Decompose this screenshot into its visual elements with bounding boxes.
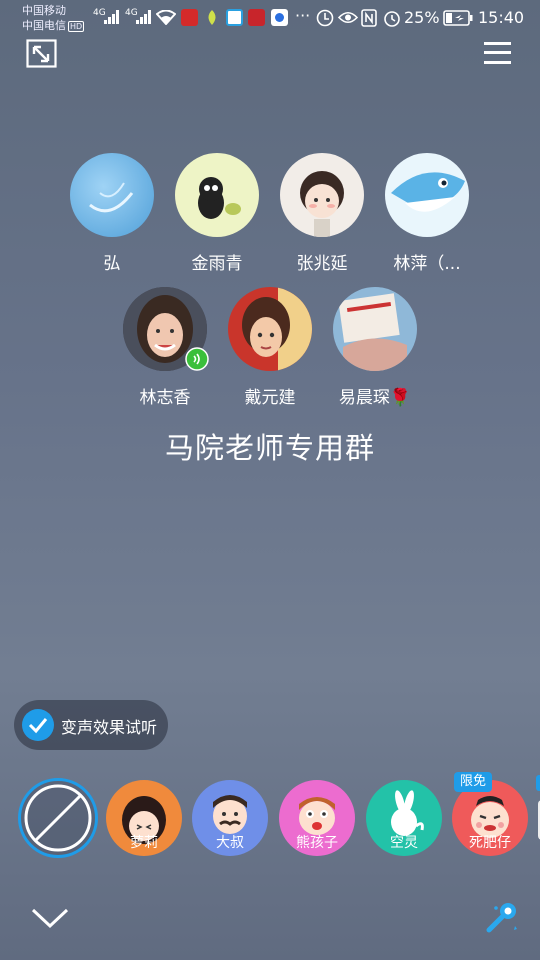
member-item[interactable]: 林萍（... — [377, 153, 477, 274]
avatar — [228, 287, 312, 371]
effect-loli[interactable]: 萝莉 — [106, 780, 182, 856]
voice-change-button[interactable] — [484, 900, 520, 936]
news-app-icon-2 — [248, 9, 265, 26]
effect-label: 熊孩子 — [296, 835, 338, 851]
effect-label: 萝莉 — [130, 835, 158, 851]
avatar — [280, 153, 364, 237]
checkbox[interactable] — [22, 709, 54, 741]
member-item-speaking[interactable]: 林志香 — [115, 287, 215, 408]
effect-none[interactable] — [18, 778, 98, 858]
member-name: 戴元建 — [244, 388, 296, 408]
member-name: 易晨琛🌹 — [338, 388, 412, 408]
more-notifications: ··· — [295, 6, 311, 25]
member-name: 弘 — [103, 254, 121, 274]
voice-preview-label: 变声效果试听 — [61, 718, 158, 737]
minimize-button[interactable] — [26, 39, 57, 68]
eye-comfort-icon — [338, 11, 358, 24]
effect-naughty-kid[interactable]: 熊孩子 — [279, 780, 355, 856]
status-bar: 中国移动 中国电信 HD 4G 4G ··· 25% 15:40 — [0, 0, 540, 36]
effect-label: 死肥仔 — [469, 835, 511, 851]
chevron-down-icon — [31, 908, 69, 929]
member-name: 金雨青 — [191, 254, 243, 274]
avatar — [385, 153, 469, 237]
battery-percent: 25% — [404, 8, 440, 27]
news-app-icon — [181, 9, 198, 26]
signal-icon — [136, 10, 152, 24]
collapse-button[interactable] — [30, 904, 70, 932]
data-saver-icon — [316, 9, 334, 27]
clock: 15:40 — [478, 8, 525, 27]
member-name: 张兆延 — [296, 254, 348, 274]
effect-uncle[interactable]: 大叔 — [192, 780, 268, 856]
free-badge: 限免 — [454, 772, 492, 792]
avatar — [333, 287, 417, 371]
carrier-2: 中国电信 — [22, 19, 66, 32]
no-effect-icon — [24, 784, 92, 852]
avatar — [70, 153, 154, 237]
baidu-app-icon — [271, 9, 288, 26]
signal-icon — [104, 10, 120, 24]
effect-label: 空灵 — [390, 835, 418, 851]
browser-app-icon — [226, 9, 243, 26]
nfc-icon — [361, 9, 377, 27]
hamburger-menu-icon — [484, 42, 511, 64]
member-name: 林萍（... — [393, 254, 461, 274]
check-icon — [28, 718, 48, 734]
leaf-app-icon — [208, 10, 216, 25]
shrink-arrows-icon — [26, 39, 57, 68]
group-title: 马院老师专用群 — [164, 431, 375, 465]
member-item[interactable]: 金雨青 — [167, 153, 267, 274]
wifi-icon — [156, 10, 176, 25]
voice-change-wand-icon — [486, 903, 517, 933]
speaking-indicator-icon — [185, 347, 209, 371]
next-badge-partial — [536, 775, 540, 791]
effect-ethereal[interactable]: 空灵 — [366, 780, 442, 856]
hd-badge: HD — [68, 21, 85, 32]
carrier-1: 中国移动 — [22, 4, 66, 17]
battery-icon — [443, 10, 473, 26]
voice-preview-toggle[interactable]: 变声效果试听 — [14, 700, 168, 750]
alarm-icon — [384, 11, 400, 27]
menu-button[interactable] — [484, 40, 512, 66]
member-name: 林志香 — [139, 388, 191, 408]
member-item[interactable]: 易晨琛🌹 — [325, 287, 425, 408]
avatar — [175, 153, 259, 237]
member-item[interactable]: 弘 — [62, 153, 162, 274]
avatar — [123, 287, 209, 371]
member-item[interactable]: 张兆延 — [272, 153, 372, 274]
effect-label: 大叔 — [216, 835, 244, 851]
member-item[interactable]: 戴元建 — [220, 287, 320, 408]
